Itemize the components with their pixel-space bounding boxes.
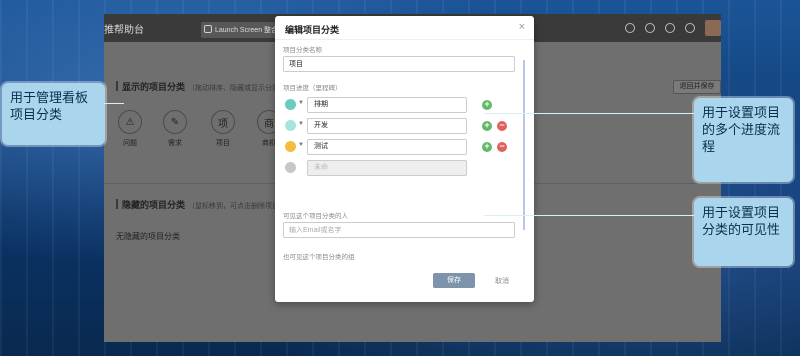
section-marker [116,81,118,91]
app-tab-label: Launch Screen 整合 [215,27,279,34]
stages-label: 项目进度（里程碑） [283,85,342,92]
callout-line [104,103,124,104]
hidden-empty-text: 无隐藏的项目分类 [116,232,180,241]
app-tab[interactable]: Launch Screen 整合 [201,22,279,38]
add-stage-button[interactable]: + [482,121,492,131]
edit-category-modal: 编辑项目分类 × 项目分类名称 项目进度（里程碑） ▼ 排期 + ▼ 开发 + … [275,16,534,302]
remove-stage-button[interactable]: − [497,121,507,131]
avatar[interactable] [705,20,721,36]
stage-row: ▼ 开发 + − [283,118,515,134]
stage-row: ▼ 排期 + [283,97,515,113]
stage-color-picker[interactable] [285,120,296,131]
callout-line [484,215,696,216]
callout-right-bottom: 用于设置项目分类的可见性 [694,198,793,266]
hidden-section-title-text: 隐藏的项目分类 [122,200,186,210]
group-label: 也可见这个项目分类的组 [283,254,355,261]
shown-section-hint: （拖动排序、隐藏或显示分类 [188,85,280,92]
tab-icon [204,25,212,33]
edit-icon: ✎ [163,110,187,134]
chevron-down-icon[interactable]: ▼ [298,100,304,106]
add-stage-button[interactable]: + [482,142,492,152]
stage-input[interactable]: 开发 [307,118,467,134]
board-item-request[interactable]: ✎ 需求 [155,110,195,148]
stage-color-picker[interactable] [285,141,296,152]
hidden-section-hint: （鼠标移到，可点击删除项目分 [188,203,287,210]
stage-row-new: 未命 [283,160,515,176]
cancel-button[interactable]: 取消 [495,276,509,286]
callout-right-top: 用于设置项目的多个进度流程 [694,98,793,182]
callout-line [484,113,696,114]
visible-label: 可见这个项目分类的人 [283,213,348,220]
stage-color-picker [285,162,296,173]
shown-section-title: 显示的项目分类 （拖动排序、隐藏或显示分类 [122,80,279,93]
stage-color-picker[interactable] [285,99,296,110]
search-icon[interactable] [625,23,635,33]
hidden-section-title: 隐藏的项目分类 （鼠标移到，可点击删除项目分 [122,198,286,211]
bell-icon[interactable] [645,23,655,33]
save-button[interactable]: 保存 [433,273,475,288]
shown-section-title-text: 显示的项目分类 [122,82,186,92]
board-item-label: 问题 [123,140,137,147]
new-stage-input[interactable]: 未命 [307,160,467,176]
scrollbar[interactable] [523,60,525,230]
project-icon: 项 [211,110,235,134]
warning-icon: ⚠ [118,110,142,134]
board-item-label: 项目 [216,140,230,147]
top-toolbar [625,20,721,36]
app-title: 推帮助台 [104,25,144,36]
stage-input[interactable]: 测试 [307,139,467,155]
phone-icon[interactable] [685,23,695,33]
chevron-down-icon[interactable]: ▼ [298,142,304,148]
modal-header: 编辑项目分类 × [275,16,534,40]
callout-left: 用于管理看板项目分类 [2,83,105,145]
board-item-project[interactable]: 项 项目 [203,110,243,148]
stage-input[interactable]: 排期 [307,97,467,113]
visibility-input[interactable] [283,222,515,238]
section-marker [116,199,118,209]
category-name-input[interactable] [283,56,515,72]
close-icon[interactable]: × [519,21,525,33]
remove-stage-button[interactable]: − [497,142,507,152]
board-item-issue[interactable]: ⚠ 问题 [110,110,150,148]
add-stage-button[interactable]: + [482,100,492,110]
stage-row: ▼ 测试 + − [283,139,515,155]
name-label: 项目分类名称 [283,47,322,54]
board-item-label: 需求 [168,140,182,147]
ticket-icon[interactable] [665,23,675,33]
chevron-down-icon[interactable]: ▼ [298,121,304,127]
return-save-button[interactable]: 退回并保存 [673,80,721,94]
modal-title: 编辑项目分类 [285,25,340,35]
